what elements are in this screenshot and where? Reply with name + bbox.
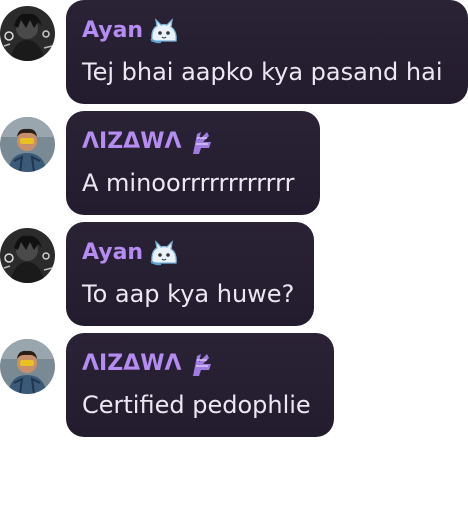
author-name[interactable]: ΛIZΔWΛ	[82, 347, 181, 381]
message-row[interactable]: ΛIZΔWΛ Certified pedophlie	[0, 333, 468, 437]
cat-sticker-icon	[149, 239, 179, 267]
message-bubble: ΛIZΔWΛ Certified pedophlie	[66, 333, 334, 437]
message-row[interactable]: ΛIZΔWΛ A minoorrrrrrrrrrrr	[0, 111, 468, 215]
author-name[interactable]: Ayan	[82, 236, 143, 270]
message-text: To aap kya huwe?	[82, 280, 295, 308]
dark-anime-avatar[interactable]	[0, 6, 55, 61]
author-name[interactable]: ΛIZΔWΛ	[82, 125, 181, 159]
cat-sticker-icon	[149, 17, 179, 45]
message-bubble: Ayan To aap kya huwe?	[66, 222, 314, 326]
person-photo-avatar[interactable]	[0, 339, 55, 394]
purple-emblem-icon	[187, 350, 217, 378]
author-name[interactable]: Ayan	[82, 14, 143, 48]
message-text: A minoorrrrrrrrrrrr	[82, 169, 295, 197]
purple-emblem-icon	[187, 128, 217, 156]
message-text: Certified pedophlie	[82, 391, 311, 419]
person-photo-avatar[interactable]	[0, 117, 55, 172]
dark-anime-avatar[interactable]	[0, 228, 55, 283]
message-bubble: ΛIZΔWΛ A minoorrrrrrrrrrrr	[66, 111, 320, 215]
message-row[interactable]: Ayan Tej bhai aapko kya pasand hai	[0, 0, 468, 104]
message-row[interactable]: Ayan To aap kya huwe?	[0, 222, 468, 326]
message-bubble: Ayan Tej bhai aapko kya pasand hai	[66, 0, 468, 104]
message-text: Tej bhai aapko kya pasand hai	[82, 58, 443, 86]
